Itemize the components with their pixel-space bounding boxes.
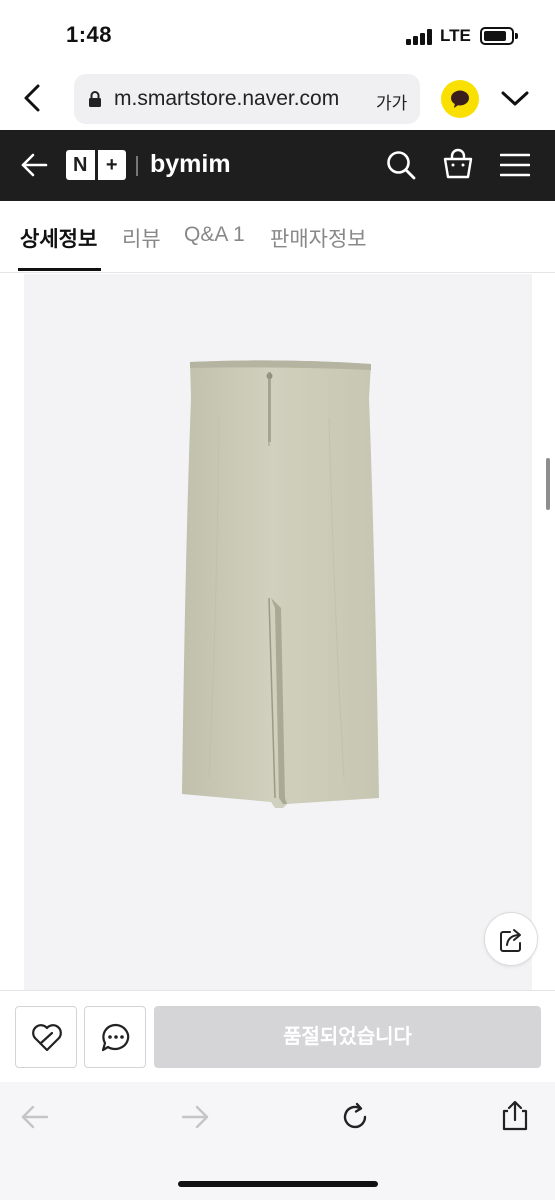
- lock-icon: [89, 91, 101, 107]
- wishlist-button[interactable]: [15, 1006, 77, 1068]
- status-time: 1:48: [66, 22, 113, 47]
- network-label: LTE: [440, 26, 471, 45]
- browser-back-icon[interactable]: [20, 1102, 50, 1132]
- share-button[interactable]: [484, 912, 538, 966]
- share-icon: [500, 929, 521, 952]
- talk-button[interactable]: [84, 1006, 146, 1068]
- naver-plus-logo[interactable]: N +: [66, 150, 126, 180]
- signal-icon: [406, 29, 434, 45]
- tab-review[interactable]: 리뷰: [122, 223, 161, 253]
- kakaotalk-icon[interactable]: [441, 80, 479, 118]
- heart-icon: [32, 1024, 62, 1052]
- scroll-indicator[interactable]: [546, 458, 550, 510]
- active-tab-indicator: [18, 268, 101, 271]
- home-indicator: [178, 1181, 378, 1187]
- browser-back-icon[interactable]: [18, 82, 48, 114]
- text-size-button[interactable]: 가가: [376, 89, 407, 114]
- refresh-icon[interactable]: [340, 1102, 370, 1132]
- header-divider: [136, 156, 138, 176]
- chevron-down-icon[interactable]: [500, 86, 530, 110]
- status-bar: 1:48 LTE: [0, 0, 555, 70]
- search-icon[interactable]: [386, 150, 416, 180]
- purchase-bar: 품절되었습니다: [0, 990, 555, 1082]
- browser-toolbar: [0, 1082, 555, 1200]
- share-sheet-icon[interactable]: [500, 1100, 530, 1132]
- battery-icon: [480, 27, 518, 45]
- chat-bubble-icon: [101, 1023, 130, 1052]
- shopping-bag-icon[interactable]: [442, 148, 474, 180]
- tab-qna[interactable]: Q&A 1: [184, 223, 245, 247]
- back-arrow-icon[interactable]: [20, 152, 48, 178]
- soldout-button: 품절되었습니다: [154, 1006, 541, 1068]
- tab-detail[interactable]: 상세정보: [20, 223, 97, 253]
- url-field[interactable]: m.smartstore.naver.com 가가: [74, 74, 420, 124]
- store-header: N + bymim: [0, 130, 555, 201]
- browser-forward-icon[interactable]: [180, 1102, 210, 1132]
- product-image-area: [24, 274, 532, 990]
- url-text: m.smartstore.naver.com: [114, 87, 340, 110]
- store-name[interactable]: bymim: [150, 150, 231, 179]
- hamburger-menu-icon[interactable]: [500, 152, 530, 178]
- address-bar: m.smartstore.naver.com 가가: [0, 70, 555, 130]
- tab-seller-info[interactable]: 판매자정보: [270, 223, 367, 253]
- skirt-product-image: [182, 360, 379, 808]
- battery-level: [484, 31, 506, 41]
- product-tabs: 상세정보 리뷰 Q&A 1 판매자정보: [0, 201, 555, 273]
